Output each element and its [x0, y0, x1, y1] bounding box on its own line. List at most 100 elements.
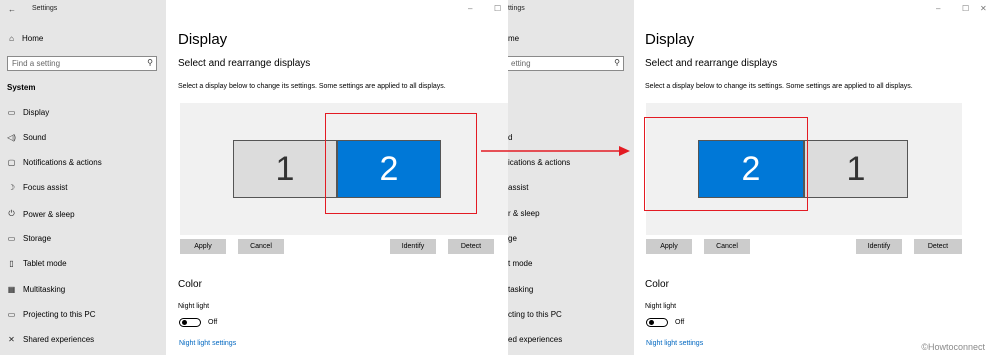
identify-button[interactable]: Identify [390, 239, 436, 254]
sidebar-item-label: r & sleep [508, 209, 540, 218]
highlight-box [325, 113, 477, 214]
detect-button[interactable]: Detect [448, 239, 494, 254]
search-input[interactable]: etting ⚲ [508, 56, 624, 71]
identify-button[interactable]: Identify [856, 239, 902, 254]
sidebar-item-focus-assist[interactable]: assist [508, 183, 528, 192]
projecting-icon: ▭ [7, 310, 16, 319]
home-link[interactable]: ⌂ Home [7, 34, 43, 43]
search-input[interactable]: Find a setting ⚲ [7, 56, 157, 71]
shared-icon: ✕ [8, 335, 15, 344]
sidebar-item-focus-assist[interactable]: ☽ Focus assist [7, 183, 68, 192]
sidebar-item-label: Shared experiences [23, 335, 95, 344]
sidebar-item-projecting[interactable]: ▭ Projecting to this PC [7, 310, 96, 319]
right-main: – ☐ ✕ Display Select and rearrange displ… [634, 0, 991, 355]
toggle-state-label: Off [675, 319, 685, 326]
sidebar-item-sound[interactable]: d [508, 133, 512, 142]
minimize-icon[interactable]: – [936, 4, 940, 13]
sidebar-item-label: Power & sleep [23, 209, 75, 219]
color-heading: Color [645, 279, 669, 290]
cancel-button[interactable]: Cancel [238, 239, 284, 254]
minimize-icon[interactable]: – [468, 4, 472, 13]
sidebar-item-label: Multitasking [23, 285, 66, 294]
power-icon: ⏻ [8, 209, 15, 218]
night-light-label: Night light [178, 303, 210, 310]
sidebar-item-label: tasking [508, 285, 534, 294]
page-title: Display [178, 31, 228, 48]
toggle-knob [182, 320, 187, 325]
section-title: Select and rearrange displays [645, 58, 778, 69]
sidebar-item-label: Tablet mode [23, 259, 67, 268]
sidebar-item-storage[interactable]: ge [508, 234, 517, 243]
sidebar-item-label: ed experiences [508, 335, 563, 344]
night-light-settings-link[interactable]: Night light settings [646, 340, 703, 347]
sidebar-item-label: Display [23, 108, 50, 117]
back-arrow-icon[interactable]: ← [8, 5, 16, 14]
right-sidebar: ttings me etting ⚲ d ications & actions … [508, 0, 634, 355]
apply-button[interactable]: Apply [646, 239, 692, 254]
sidebar-item-tablet-mode[interactable]: t mode [508, 259, 532, 268]
sidebar-item-label: Notifications & actions [23, 158, 102, 167]
sidebar-item-sound[interactable]: ◁) Sound [7, 133, 46, 142]
sidebar-item-label: ge [508, 234, 517, 243]
night-light-settings-link[interactable]: Night light settings [179, 340, 236, 347]
moon-icon: ☽ [7, 183, 16, 192]
left-sidebar: ← Settings ⌂ Home Find a setting ⚲ Syste… [0, 0, 166, 355]
description-text: Select a display below to change its set… [178, 83, 446, 90]
section-heading-system: System [7, 83, 36, 92]
home-icon: ⌂ [9, 34, 14, 43]
window-title: Settings [32, 5, 58, 12]
toggle-knob [649, 320, 654, 325]
color-heading: Color [178, 279, 202, 290]
search-placeholder: Find a setting [12, 59, 61, 68]
watermark: ©Howtoconnect [921, 342, 985, 352]
sidebar-item-multitasking[interactable]: ▦ Multitasking [7, 285, 66, 294]
apply-button[interactable]: Apply [180, 239, 226, 254]
sidebar-item-notifications[interactable]: ▢ Notifications & actions [7, 158, 102, 167]
night-light-label: Night light [645, 303, 677, 310]
left-titlebar: ← Settings [0, 0, 166, 20]
monitor-1[interactable]: 1 [804, 140, 908, 198]
monitor-1[interactable]: 1 [233, 140, 337, 198]
sidebar-item-notifications[interactable]: ications & actions [508, 158, 570, 167]
maximize-icon[interactable]: ☐ [494, 4, 501, 13]
night-light-toggle[interactable] [179, 318, 201, 327]
sidebar-item-shared-experiences[interactable]: ed experiences [508, 335, 562, 344]
multitasking-icon: ▦ [7, 285, 16, 294]
sidebar-item-label: ications & actions [508, 158, 571, 167]
sidebar-item-projecting[interactable]: cting to this PC [508, 310, 562, 319]
tablet-icon: ▯ [9, 259, 14, 268]
sidebar-item-label: Storage [23, 234, 52, 243]
sidebar-item-storage[interactable]: ▭ Storage [7, 234, 51, 243]
notifications-icon: ▢ [7, 158, 16, 167]
sidebar-item-power-sleep[interactable]: ⏻ Power & sleep [7, 209, 75, 219]
sidebar-item-tablet-mode[interactable]: ▯ Tablet mode [7, 259, 67, 268]
home-link[interactable]: me [508, 34, 519, 43]
left-main: – ☐ Display Select and rearrange display… [166, 0, 508, 355]
sidebar-item-label: Projecting to this PC [23, 310, 96, 319]
highlight-box [644, 117, 808, 211]
sidebar-item-label: Focus assist [23, 183, 68, 192]
night-light-toggle[interactable] [646, 318, 668, 327]
search-placeholder: etting [511, 59, 531, 68]
window-title: ttings [508, 5, 525, 12]
sidebar-item-label: t mode [508, 259, 533, 268]
sidebar-item-label: assist [508, 183, 529, 192]
sidebar-item-multitasking[interactable]: tasking [508, 285, 533, 294]
sidebar-item-display[interactable]: ▭ Display [7, 108, 50, 117]
maximize-icon[interactable]: ☐ [962, 4, 969, 13]
description-text: Select a display below to change its set… [645, 83, 913, 90]
display-icon: ▭ [7, 108, 16, 117]
toggle-state-label: Off [208, 319, 218, 326]
home-label: Home [22, 34, 44, 43]
sound-icon: ◁) [7, 133, 16, 142]
search-icon[interactable]: ⚲ [614, 58, 620, 67]
sidebar-item-label: cting to this PC [508, 310, 562, 319]
page-title: Display [645, 31, 695, 48]
detect-button[interactable]: Detect [914, 239, 962, 254]
sidebar-item-shared-experiences[interactable]: ✕ Shared experiences [7, 335, 94, 344]
section-title: Select and rearrange displays [178, 58, 311, 69]
cancel-button[interactable]: Cancel [704, 239, 750, 254]
search-icon[interactable]: ⚲ [147, 58, 153, 67]
close-icon[interactable]: ✕ [980, 4, 987, 13]
sidebar-item-power-sleep[interactable]: r & sleep [508, 209, 540, 218]
